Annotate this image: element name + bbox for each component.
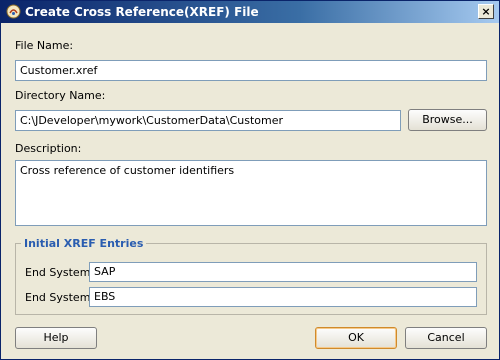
end-system-label: End System: (25, 266, 95, 279)
directory-name-label: Directory Name: (15, 89, 106, 102)
cancel-button[interactable]: Cancel (405, 327, 487, 349)
directory-name-field[interactable]: C:\JDeveloper\mywork\CustomerData\Custom… (15, 110, 401, 131)
description-label: Description: (15, 142, 82, 155)
end-system-label: End System: (25, 291, 95, 304)
description-textarea[interactable]: Cross reference of customer identifiers (15, 160, 487, 226)
create-xref-dialog: Create Cross Reference(XREF) File × File… (0, 0, 500, 360)
help-button[interactable]: Help (15, 327, 97, 349)
title-bar[interactable]: Create Cross Reference(XREF) File × (1, 1, 499, 23)
end-system-field-2[interactable]: EBS (89, 287, 477, 307)
end-system-field-1[interactable]: SAP (89, 262, 477, 282)
browse-button[interactable]: Browse... (408, 109, 487, 131)
jdeveloper-icon (6, 4, 21, 19)
dialog-title: Create Cross Reference(XREF) File (25, 5, 259, 19)
close-icon[interactable]: × (478, 4, 494, 19)
file-name-field[interactable]: Customer.xref (15, 60, 487, 81)
ok-button[interactable]: OK (315, 327, 397, 349)
file-name-label: File Name: (15, 39, 74, 52)
xref-entries-title: Initial XREF Entries (21, 237, 147, 250)
